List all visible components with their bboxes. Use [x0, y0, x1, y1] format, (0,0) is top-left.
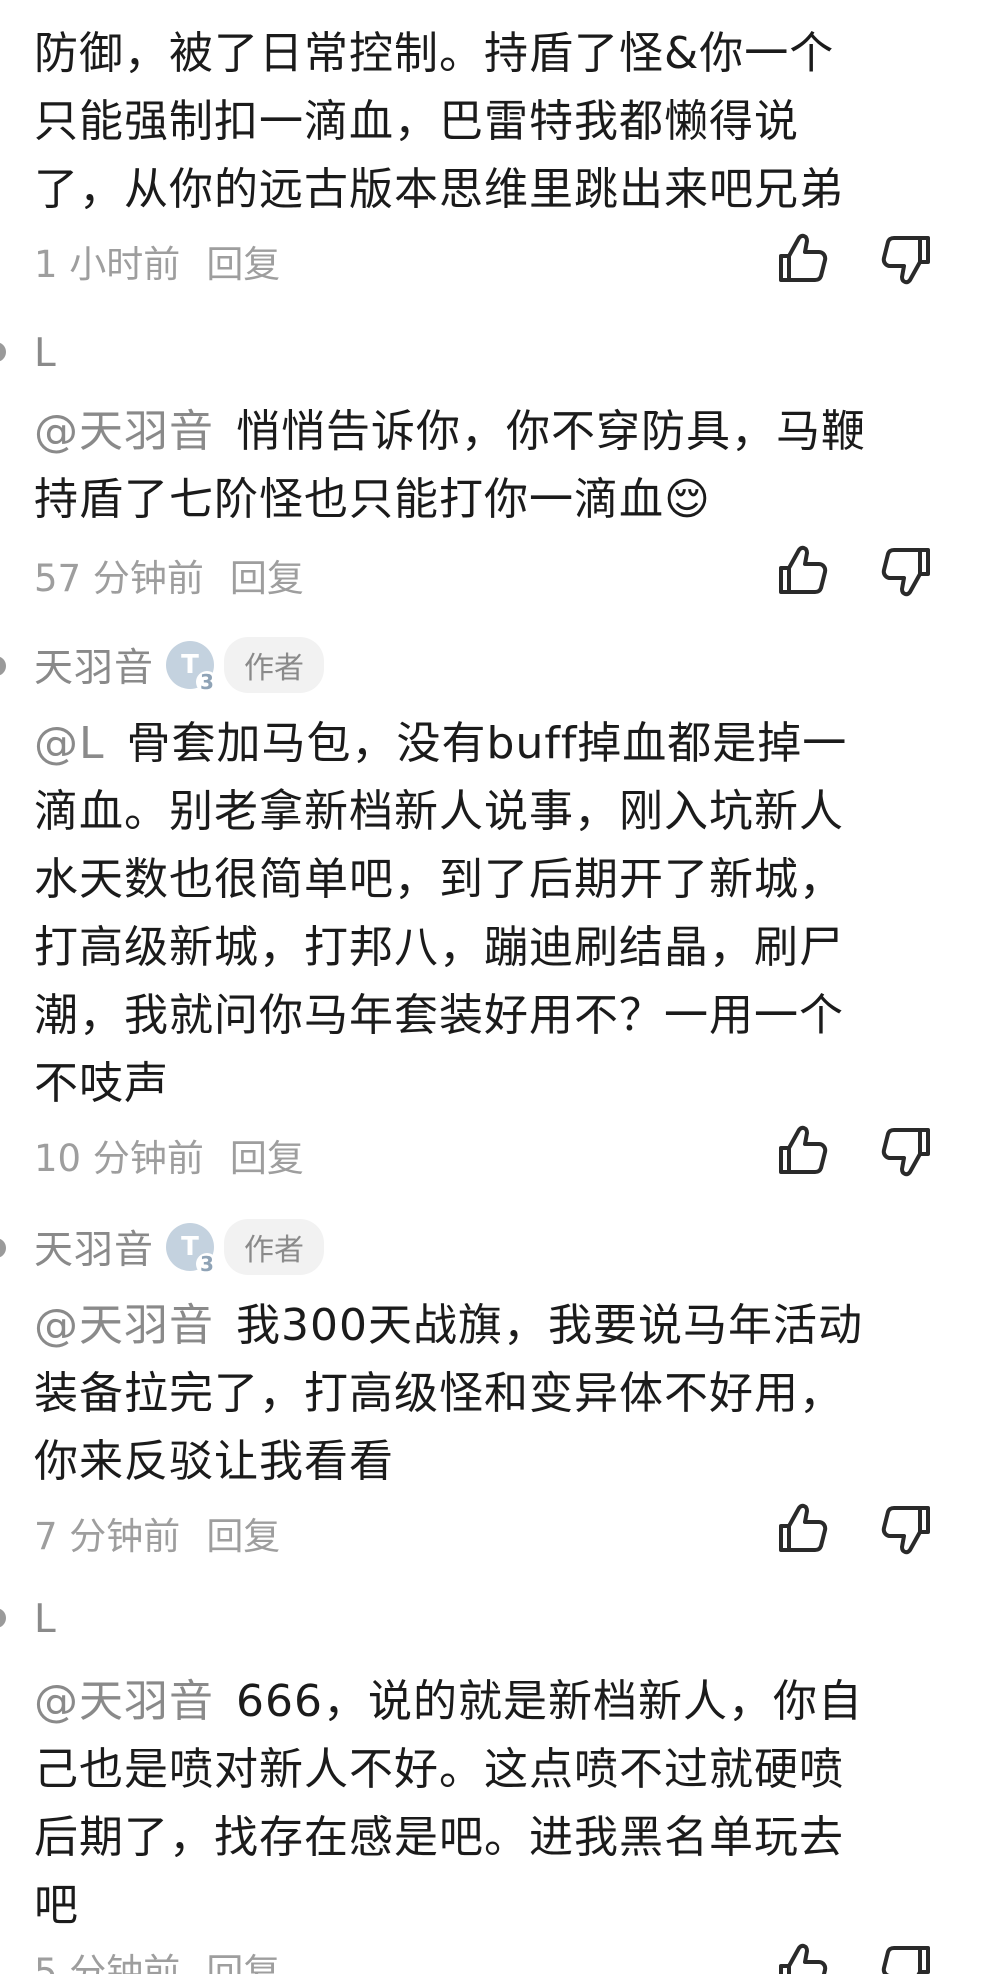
reply-button[interactable]: 回复	[230, 548, 304, 602]
username[interactable]: 天羽音	[34, 1219, 154, 1275]
comment-time: 1 小时前	[34, 243, 181, 286]
comment-text: 防御，被了日常控制。持盾了怪&你一个 只能强制扣一滴血，巴雷特我都懒得说 了，从…	[34, 28, 844, 215]
mention[interactable]: @天羽音	[34, 1300, 214, 1351]
thumbs-down-icon[interactable]	[880, 232, 936, 288]
comment-time: 10 分钟前	[34, 1137, 204, 1180]
comment-header: 天羽音 T 3 作者	[34, 1219, 325, 1275]
username[interactable]: L	[34, 1597, 57, 1642]
thumbs-down-icon[interactable]	[880, 1124, 936, 1180]
comment-header: 天羽音 T 3 作者	[34, 637, 325, 693]
thumbs-up-icon[interactable]	[773, 1122, 829, 1178]
comment-time: 57 分钟前	[34, 557, 204, 600]
comment-text: @天羽音 666，说的就是新档新人，你自 己也是喷对新人不好。这点喷不过就硬喷 后…	[34, 1676, 863, 1931]
avatar[interactable]	[0, 1238, 6, 1258]
author-tag: 作者	[224, 1219, 325, 1275]
reply-button[interactable]: 回复	[206, 1942, 280, 1974]
mention[interactable]: @L	[34, 718, 105, 769]
comment-time: 7 分钟前	[34, 1515, 181, 1558]
mention[interactable]: @天羽音	[34, 1676, 214, 1727]
comment-header: L	[34, 1594, 57, 1644]
thumbs-down-icon[interactable]	[880, 544, 936, 600]
comment-meta: 1 小时前 回复	[34, 236, 280, 286]
thumbs-down-icon[interactable]	[880, 1502, 936, 1558]
reply-button[interactable]: 回复	[206, 1506, 280, 1560]
avatar[interactable]	[0, 656, 6, 676]
comment-time: 5 分钟前	[34, 1951, 181, 1974]
comment-text: @L 骨套加马包，没有buff掉血都是掉一 滴血。别老拿新档新人说事，刚入坑新人 …	[34, 718, 848, 1109]
username[interactable]: L	[34, 331, 57, 376]
comment-header: L	[34, 328, 57, 378]
username[interactable]: 天羽音	[34, 637, 154, 693]
thumbs-up-icon[interactable]	[773, 542, 829, 598]
avatar[interactable]	[0, 342, 6, 362]
author-tag: 作者	[224, 637, 325, 693]
reply-button[interactable]: 回复	[206, 234, 280, 288]
thumbs-up-icon[interactable]	[773, 1940, 829, 1974]
level-badge-icon: T 3	[166, 1223, 219, 1275]
comment-text: @天羽音 悄悄告诉你，你不穿防具，马鞭 持盾了七阶怪也只能打你一滴血😌	[34, 406, 866, 525]
comment-meta: 5 分钟前 回复	[34, 1944, 280, 1974]
mention[interactable]: @天羽音	[34, 406, 214, 457]
level-badge-icon: T 3	[166, 641, 219, 693]
comment-meta: 7 分钟前 回复	[34, 1508, 280, 1558]
thumbs-down-icon[interactable]	[880, 1942, 936, 1974]
comment-text: @天羽音 我300天战旗，我要说马年活动 装备拉完了，打高级怪和变异体不好用， 你…	[34, 1300, 863, 1487]
thumbs-up-icon[interactable]	[773, 230, 829, 286]
thumbs-up-icon[interactable]	[773, 1500, 829, 1556]
reply-button[interactable]: 回复	[230, 1128, 304, 1182]
comment-meta: 10 分钟前 回复	[34, 1130, 304, 1180]
avatar[interactable]	[0, 1608, 6, 1628]
comment-meta: 57 分钟前 回复	[34, 550, 304, 600]
